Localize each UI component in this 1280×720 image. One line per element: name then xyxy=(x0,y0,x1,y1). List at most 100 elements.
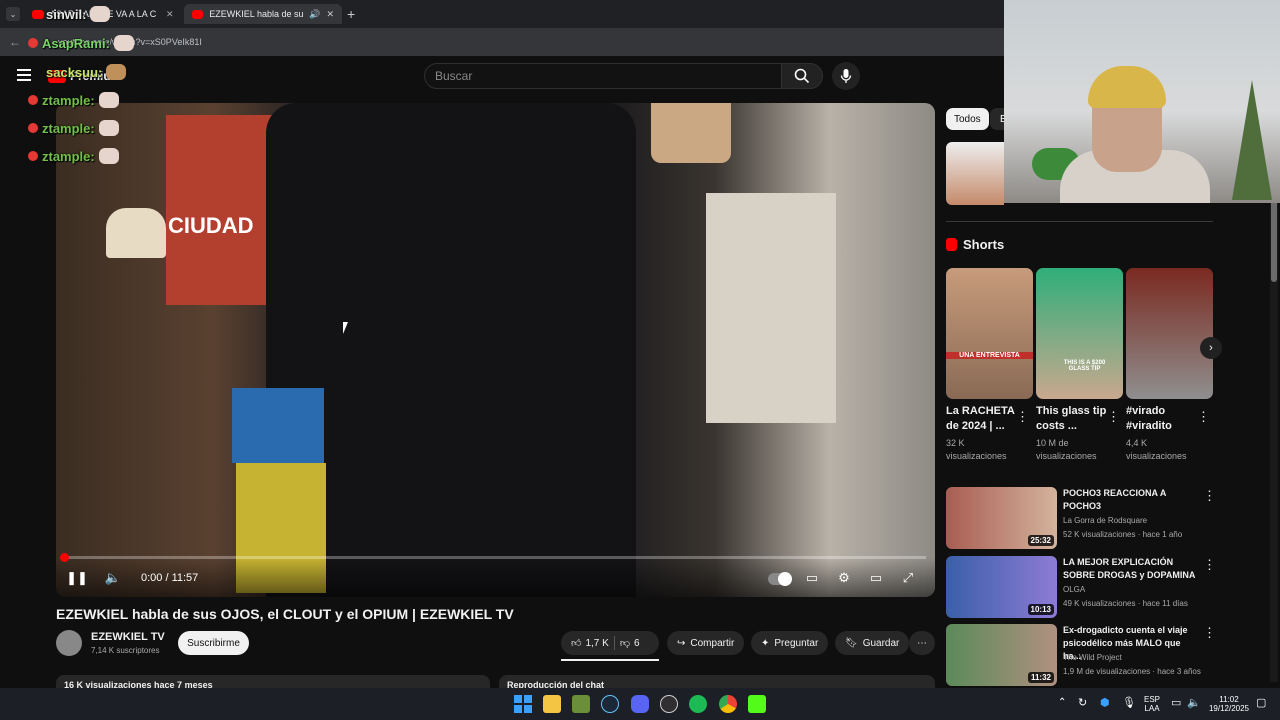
subscribe-button[interactable]: Suscribirme xyxy=(178,631,249,655)
rec-meta-2: 49 K visualizaciones · hace 11 días xyxy=(1063,599,1188,608)
rec-channel-1[interactable]: La Gorra de Rodsquare xyxy=(1063,514,1208,527)
volume-icon[interactable]: 🔈 xyxy=(102,567,124,589)
rec-thumbnail-2[interactable]: 10:13 xyxy=(946,556,1057,618)
tray-security-icon[interactable]: ⬢ xyxy=(1100,696,1110,709)
rec-title-1[interactable]: POCHO3 REACCIONA A POCHO3 xyxy=(1063,487,1198,513)
volume-tray-icon[interactable]: 🔈 xyxy=(1187,696,1201,709)
rec-meta-3: 1,9 M de visualizaciones · hace 3 años xyxy=(1063,667,1201,676)
chat-message: ztample: xyxy=(28,148,119,164)
chip-all[interactable]: Todos xyxy=(946,108,989,130)
youtube-favicon-icon xyxy=(32,9,44,19)
dislike-button[interactable]: 👎︎ 6 xyxy=(620,637,640,650)
rec-meta-1: 52 K visualizaciones · hace 1 año xyxy=(1063,530,1183,539)
search-input[interactable]: Buscar xyxy=(424,63,782,89)
video-lamp-shade xyxy=(651,103,731,163)
chat-username: sinwil: xyxy=(46,6,87,22)
short-title-1[interactable]: La RACHETA de 2024 | ... xyxy=(946,404,1018,434)
video-poster-text: CIUDAD xyxy=(168,213,254,238)
short-thumbnail-2[interactable]: THIS IS A $200 GLASS TIP xyxy=(1036,268,1123,399)
duration-badge: 11:32 xyxy=(1027,672,1054,683)
duration-badge: 25:32 xyxy=(1027,535,1054,546)
new-tab-icon[interactable]: + xyxy=(347,6,355,22)
theater-mode-icon[interactable]: ▭ xyxy=(865,567,887,589)
rec-title-2[interactable]: LA MEJOR EXPLICACIÓN SOBRE DROGAS y DOPA… xyxy=(1063,556,1198,582)
chrome-icon[interactable] xyxy=(719,695,737,713)
video-player[interactable]: CIUDAD ❚❚ 🔈 0:00 / 11:57 ▭ ⚙ ▭ ⤢ xyxy=(56,103,935,597)
kick-icon[interactable] xyxy=(748,695,766,713)
rec-thumbnail-1[interactable]: 25:32 xyxy=(946,487,1057,549)
shorts-heading: Shorts xyxy=(946,237,1004,252)
short-overlay-text: THIS IS A $200 GLASS TIP xyxy=(1063,360,1106,372)
settings-gear-icon[interactable]: ⚙ xyxy=(833,567,855,589)
menu-hamburger-icon[interactable] xyxy=(17,69,31,81)
back-arrow-icon[interactable]: ← xyxy=(9,35,21,49)
short-thumbnail-3[interactable] xyxy=(1126,268,1213,399)
channel-avatar[interactable] xyxy=(56,630,82,656)
keyboard-layout[interactable]: ESP LAA xyxy=(1144,695,1160,713)
windows-start-icon[interactable] xyxy=(514,695,532,713)
fullscreen-icon[interactable]: ⤢ xyxy=(897,567,919,589)
featured-thumbnail[interactable] xyxy=(946,142,1004,205)
speaker-icon[interactable]: 🔊 xyxy=(309,9,320,20)
spotify-icon[interactable] xyxy=(689,695,707,713)
minecraft-icon[interactable] xyxy=(572,695,590,713)
short-title-2[interactable]: This glass tip costs ... xyxy=(1036,404,1108,434)
chat-replay-box[interactable]: Reproducción del chat xyxy=(499,675,935,689)
ask-button[interactable]: ✦ Preguntar xyxy=(751,631,829,655)
short-menu-icon[interactable]: ⋮ xyxy=(1197,409,1210,425)
short-menu-icon[interactable]: ⋮ xyxy=(1016,409,1029,425)
tray-microphone-icon[interactable]: 🎙︎ xyxy=(1122,696,1136,709)
chat-username: sacksuu: xyxy=(46,64,103,80)
progress-bar[interactable] xyxy=(66,556,926,559)
url-field[interactable]: youtube.com/watch?v=xS0PVeIk81I xyxy=(52,33,1002,51)
steam-icon[interactable] xyxy=(601,695,619,713)
rec-channel-2[interactable]: OLGA xyxy=(1063,583,1208,596)
tray-refresh-icon[interactable]: ↻ xyxy=(1078,696,1087,709)
close-tab-icon[interactable]: ✕ xyxy=(166,9,174,20)
short-views-1: 32 K visualizaciones xyxy=(946,438,1007,461)
scrubber-handle[interactable] xyxy=(60,553,69,562)
short-thumbnail-1[interactable]: UNA ENTREVISTA xyxy=(946,268,1033,399)
chip-second[interactable]: E xyxy=(990,108,1007,130)
scrollbar-thumb[interactable] xyxy=(1271,200,1277,282)
clock[interactable]: 11:02 19/12/2025 xyxy=(1206,695,1252,713)
rec-menu-icon[interactable]: ⋮ xyxy=(1203,625,1216,641)
tab-list-chevron-icon[interactable]: ⌄ xyxy=(6,7,20,21)
rec-menu-icon[interactable]: ⋮ xyxy=(1203,488,1216,504)
share-button[interactable]: ↪ Compartir xyxy=(667,631,745,655)
file-explorer-icon[interactable] xyxy=(543,695,561,713)
description-box[interactable]: 16 K visualizaciones hace 7 meses xyxy=(56,675,490,689)
subtitles-icon[interactable]: ▭ xyxy=(801,567,823,589)
video-lamp xyxy=(106,208,166,258)
notifications-icon[interactable]: ▢ xyxy=(1256,696,1266,709)
like-button[interactable]: 👍︎ 1,7 K xyxy=(571,637,609,650)
rec-channel-3[interactable]: The Wild Project xyxy=(1063,651,1208,664)
tray-lang: ESP xyxy=(1144,695,1161,704)
save-button[interactable]: 🔖︎ Guardar xyxy=(835,631,910,655)
short-title-3[interactable]: #virado #viradito xyxy=(1126,404,1198,434)
tray-chevron-icon[interactable]: ⌃ xyxy=(1058,697,1066,708)
autoplay-toggle[interactable] xyxy=(768,572,792,586)
like-dislike-group: 👍︎ 1,7 K 👎︎ 6 xyxy=(561,631,659,655)
voice-search-button[interactable] xyxy=(832,62,860,90)
tab-ezewkiel[interactable]: EZEWKIEL habla de sus OJO 🔊 ✕ xyxy=(184,4,342,24)
chat-message: sinwil: xyxy=(46,6,111,22)
more-actions-button[interactable]: ⋯ xyxy=(909,631,935,655)
discord-icon[interactable] xyxy=(631,695,649,713)
rec-menu-icon[interactable]: ⋮ xyxy=(1203,557,1216,573)
chat-username: ztample: xyxy=(42,148,95,164)
close-tab-icon[interactable]: ✕ xyxy=(326,9,334,20)
short-menu-icon[interactable]: ⋮ xyxy=(1107,409,1120,425)
emote-icon xyxy=(90,6,111,22)
shorts-next-button[interactable]: › xyxy=(1200,337,1222,359)
rec-thumbnail-3[interactable]: 11:32 xyxy=(946,624,1057,686)
short-overlay-text: UNA ENTREVISTA xyxy=(946,352,1033,359)
chat-message: ztample: xyxy=(28,120,119,136)
channel-name[interactable]: EZEWKIEL TV xyxy=(91,631,165,643)
search-button[interactable] xyxy=(781,63,823,89)
pause-button[interactable]: ❚❚ xyxy=(66,567,88,589)
chat-message: AsapRami: xyxy=(28,35,134,51)
obs-icon[interactable] xyxy=(660,695,678,713)
network-icon[interactable]: ▭ xyxy=(1171,696,1181,709)
ask-label: Preguntar xyxy=(774,637,819,649)
